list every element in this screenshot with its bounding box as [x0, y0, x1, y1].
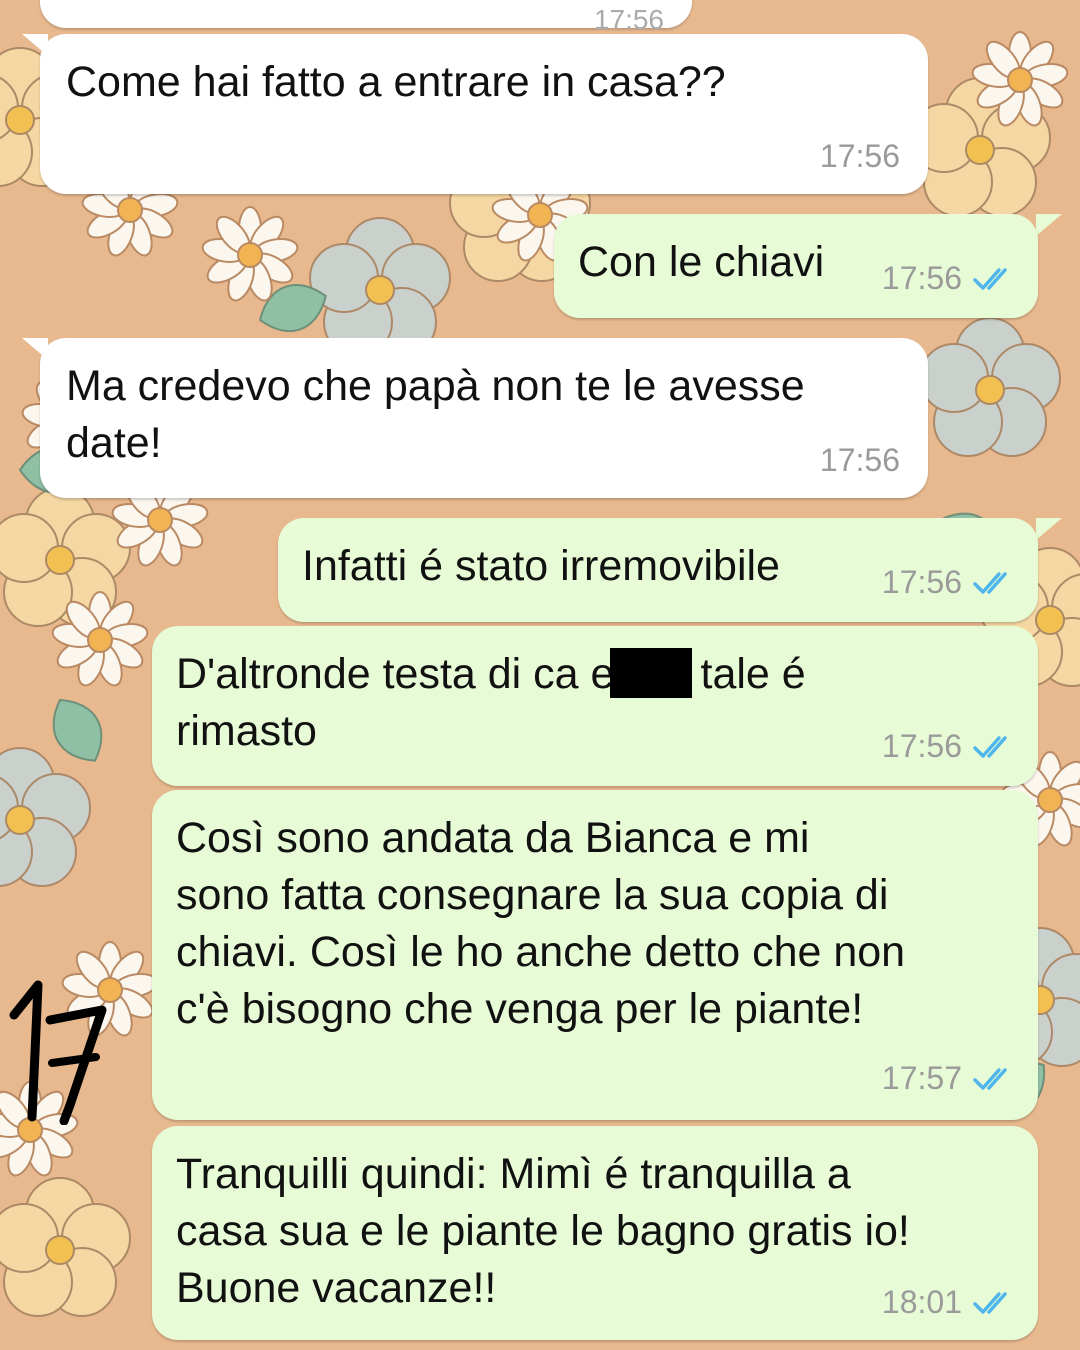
message-text: D'altronde testa di ca era e tale é rima… — [176, 650, 806, 755]
message-time: 17:56 — [881, 260, 962, 296]
message-time: 17:57 — [881, 1060, 962, 1096]
message-text: Come hai fatto a entrare in casa?? — [66, 58, 726, 106]
outgoing-message-bubble[interactable]: D'altronde testa di ca era e tale é rima… — [152, 626, 1038, 786]
message-meta: 17:56 — [882, 728, 1016, 765]
message-meta: 18:01 — [882, 1284, 1016, 1321]
message-meta: 17:56 — [820, 442, 900, 479]
message-meta: 17:56 — [882, 260, 1016, 297]
message-text: Con le chiavi — [578, 238, 825, 286]
message-meta: 17:56 — [882, 564, 1016, 601]
outgoing-message-bubble[interactable]: Infatti é stato irremovibile 17:56 — [278, 518, 1038, 622]
double-check-icon — [973, 1067, 1007, 1090]
double-check-icon — [973, 1291, 1007, 1314]
message-time: 17:56 — [593, 4, 664, 35]
partial-message-bubble[interactable]: 17:56 — [40, 0, 692, 35]
message-time: 17:56 — [819, 442, 900, 478]
message-meta: 17:57 — [882, 1060, 1016, 1097]
message-text: Ma credevo che papà non te le avesse dat… — [66, 362, 805, 467]
message-text: Così sono andata da Bianca e mi sono fat… — [176, 814, 906, 1033]
message-time: 17:56 — [881, 728, 962, 764]
message-text: Infatti é stato irremovibile — [302, 542, 780, 590]
message-meta: 17:56 — [820, 138, 900, 175]
redaction-box — [610, 648, 692, 698]
message-text: Tranquilli quindi: Mimì é tranquilla a c… — [176, 1150, 910, 1312]
incoming-message-bubble[interactable]: Come hai fatto a entrare in casa?? 17:56 — [40, 34, 928, 194]
message-time: 18:01 — [881, 1284, 962, 1320]
double-check-icon — [973, 267, 1007, 290]
bubble-tail — [1036, 214, 1062, 236]
incoming-message-bubble[interactable]: Ma credevo che papà non te le avesse dat… — [40, 338, 928, 498]
double-check-icon — [973, 571, 1007, 594]
outgoing-message-bubble[interactable]: Tranquilli quindi: Mimì é tranquilla a c… — [152, 1126, 1038, 1340]
outgoing-message-bubble[interactable]: Così sono andata da Bianca e mi sono fat… — [152, 790, 1038, 1120]
outgoing-message-bubble[interactable]: Con le chiavi 17:56 — [554, 214, 1038, 318]
double-check-icon — [973, 735, 1007, 758]
message-time: 17:56 — [819, 138, 900, 174]
bubble-tail — [1036, 518, 1062, 540]
message-time: 17:56 — [881, 564, 962, 600]
handwritten-number-annotation — [9, 980, 107, 1125]
